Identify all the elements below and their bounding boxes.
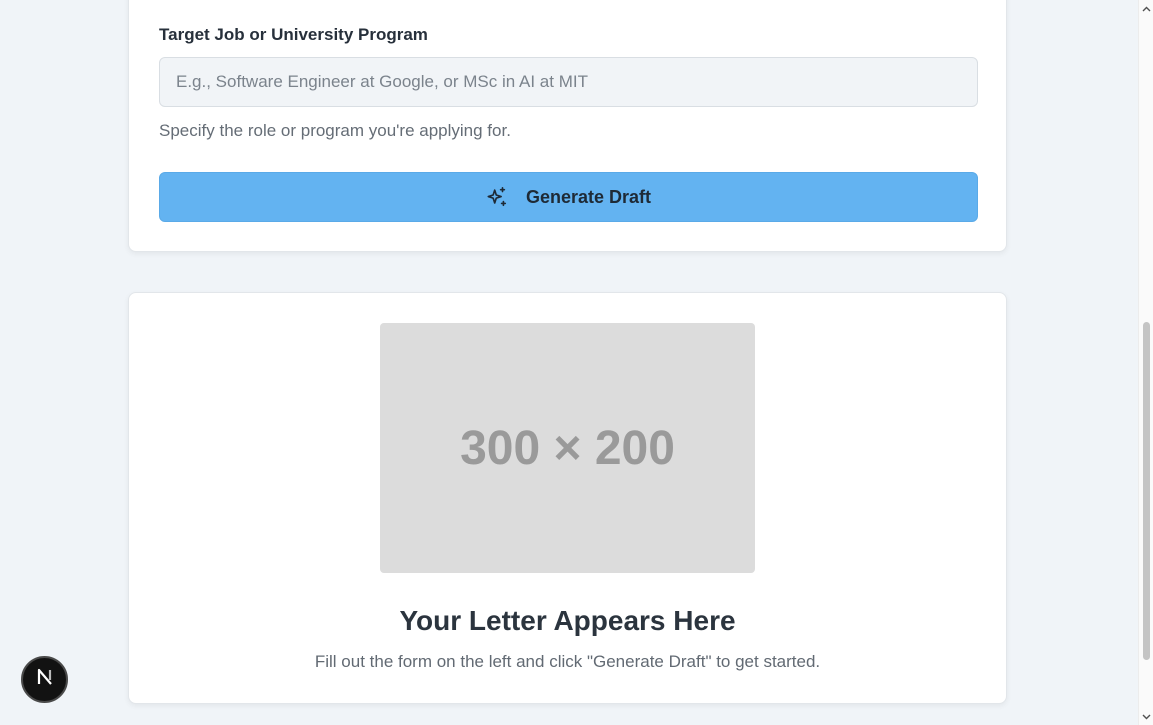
preview-subtitle: Fill out the form on the left and click …: [314, 652, 821, 671]
scroll-up-arrow-icon[interactable]: [1139, 1, 1153, 16]
sparkles-icon: [486, 186, 508, 208]
letter-preview-card: 300 × 200 Your Letter Appears Here Fill …: [128, 292, 1007, 704]
target-input[interactable]: [159, 57, 978, 107]
preview-title: Your Letter Appears Here: [399, 605, 736, 636]
placeholder-image-text: 300 × 200: [460, 421, 675, 475]
scroll-down-arrow-icon[interactable]: [1139, 709, 1153, 724]
form-card: Target Job or University Program Specify…: [128, 0, 1007, 252]
target-field-hint: Specify the role or program you're apply…: [159, 121, 511, 140]
scrollbar-thumb[interactable]: [1143, 322, 1150, 660]
placeholder-image: 300 × 200: [380, 323, 755, 573]
vertical-scrollbar[interactable]: [1138, 0, 1153, 725]
nextjs-dev-badge[interactable]: [21, 656, 68, 703]
generate-draft-button[interactable]: Generate Draft: [159, 172, 978, 222]
nextjs-logo-icon: [34, 666, 56, 693]
page: Target Job or University Program Specify…: [0, 0, 1153, 725]
target-field-label: Target Job or University Program: [159, 25, 428, 44]
generate-draft-label: Generate Draft: [525, 186, 652, 207]
